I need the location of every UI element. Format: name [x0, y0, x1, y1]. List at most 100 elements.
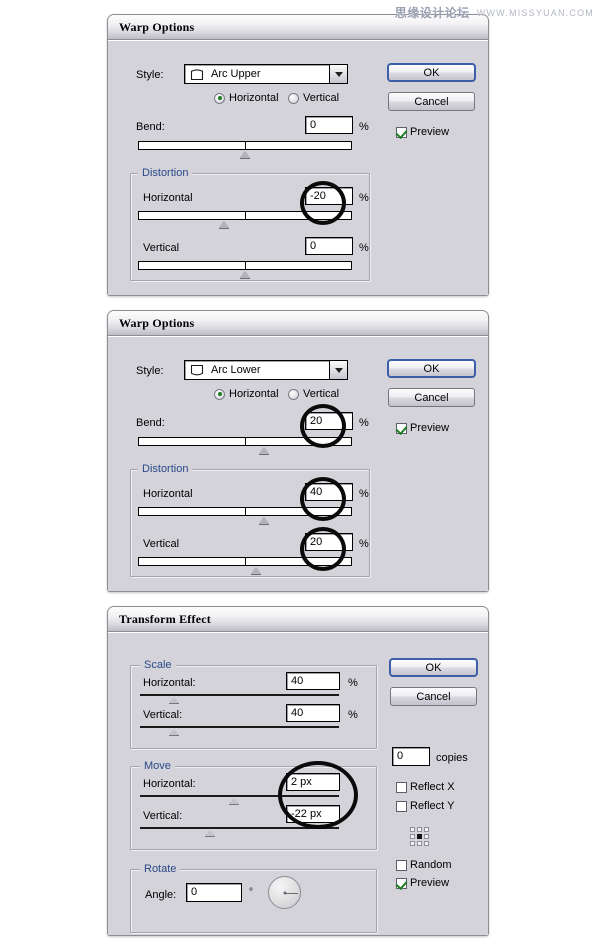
anchor-cell-top-center[interactable] — [417, 827, 422, 832]
bend-label-2: Bend: — [136, 417, 165, 429]
watermark-chinese-text: 思缘设计论坛 — [394, 6, 470, 20]
checkbox-box — [396, 859, 407, 871]
checkbox-box — [396, 422, 407, 434]
reflect-y-checkbox[interactable]: Reflect Y — [396, 800, 454, 812]
cancel-button-2[interactable]: Cancel — [388, 388, 475, 407]
distortion-horizontal-input-1[interactable]: -20 — [305, 187, 353, 205]
distortion-vertical-slider-1[interactable] — [138, 261, 352, 279]
style-dropdown-2[interactable]: Arc Lower — [184, 360, 348, 380]
ok-button-1[interactable]: OK — [387, 63, 476, 82]
distortion-horizontal-slider-2[interactable] — [138, 507, 352, 525]
preview-checkbox-1[interactable]: Preview — [396, 126, 449, 138]
style-dropdown-1[interactable]: Arc Upper — [184, 64, 348, 84]
cancel-button-2-label: Cancel — [414, 391, 449, 404]
bend-slider-1[interactable] — [138, 141, 352, 159]
scale-horizontal-input[interactable]: 40 — [286, 672, 340, 690]
anchor-cell-top-left[interactable] — [410, 827, 415, 832]
bend-percent-2: % — [359, 417, 369, 429]
dialog-1-title: Warp Options — [119, 19, 195, 34]
orientation-vertical-label-2: Vertical — [303, 388, 340, 400]
anchor-cell-top-right[interactable] — [424, 827, 429, 832]
slider-thumb[interactable] — [259, 517, 270, 525]
cancel-button-1-label: Cancel — [414, 95, 449, 108]
dialog-2-title: Warp Options — [119, 315, 195, 330]
distortion-vertical-percent-1: % — [359, 242, 369, 254]
preview-checkbox-2[interactable]: Preview — [396, 422, 449, 434]
orientation-radio-horizontal-1[interactable]: Horizontal — [214, 92, 279, 104]
ok-button-3[interactable]: OK — [389, 658, 478, 677]
cancel-button-1[interactable]: Cancel — [388, 92, 475, 111]
distortion-horizontal-slider-1[interactable] — [138, 211, 352, 229]
anchor-cell-bottom-right[interactable] — [424, 841, 429, 846]
move-vertical-input[interactable]: -22 px — [286, 805, 340, 823]
orientation-radio-horizontal-2[interactable]: Horizontal — [214, 388, 279, 400]
slider-thumb[interactable] — [240, 271, 250, 279]
slider-center-tick — [245, 211, 246, 220]
bend-slider-2[interactable] — [138, 437, 352, 455]
ok-button-2[interactable]: OK — [387, 359, 476, 378]
warp-options-dialog-2: Warp Options Style: Arc Lower Horizontal… — [107, 310, 489, 592]
copies-label: copies — [436, 752, 468, 764]
scale-horizontal-label: Horizontal: — [143, 677, 196, 689]
checkbox-box — [396, 877, 407, 889]
orientation-radio-vertical-2[interactable]: Vertical — [288, 388, 339, 400]
reference-point-selector[interactable] — [410, 827, 429, 846]
slider-thumb[interactable] — [218, 221, 229, 229]
distortion-vertical-label-1: Vertical — [143, 242, 180, 254]
slider-center-tick — [245, 507, 246, 516]
cancel-button-3[interactable]: Cancel — [390, 687, 477, 706]
slider-thumb[interactable] — [259, 447, 270, 455]
distortion-vertical-input-2[interactable]: 20 — [305, 533, 353, 551]
random-label: Random — [410, 859, 452, 871]
move-horizontal-input[interactable]: 2 px — [286, 773, 340, 791]
slider-center-tick — [245, 141, 246, 150]
anchor-cell-bottom-center[interactable] — [417, 841, 422, 846]
style-dropdown-1-arrow[interactable] — [329, 65, 347, 83]
rotate-group-title: Rotate — [140, 863, 181, 875]
slider-thumb[interactable] — [168, 697, 179, 704]
style-dropdown-2-value: Arc Lower — [211, 364, 261, 376]
move-group-title: Move — [140, 760, 175, 772]
preview-checkbox-3[interactable]: Preview — [396, 877, 449, 889]
slider-thumb[interactable] — [204, 830, 215, 837]
anchor-cell-middle-right[interactable] — [424, 834, 429, 839]
scale-vertical-label: Vertical: — [143, 709, 183, 721]
slider-thumb[interactable] — [240, 151, 250, 159]
style-dropdown-2-arrow[interactable] — [329, 361, 347, 379]
distortion-group-title-2: Distortion — [138, 463, 193, 475]
orientation-radio-vertical-1[interactable]: Vertical — [288, 92, 339, 104]
slider-track — [140, 795, 339, 797]
bend-input-2[interactable]: 20 — [305, 412, 353, 430]
angle-input[interactable]: 0 — [186, 883, 242, 902]
anchor-cell-center[interactable] — [417, 834, 422, 839]
orientation-vertical-label-1: Vertical — [303, 92, 340, 104]
move-horizontal-input-value: 2 px — [291, 775, 312, 788]
angle-dial[interactable] — [268, 876, 301, 909]
warp-options-dialog-1: Warp Options Style: Arc Upper Horizontal… — [107, 14, 489, 296]
anchor-cell-middle-left[interactable] — [410, 834, 415, 839]
copies-input[interactable]: 0 — [392, 747, 430, 766]
distortion-vertical-label-2: Vertical — [143, 538, 180, 550]
degree-symbol: ° — [249, 887, 253, 898]
slider-thumb[interactable] — [250, 567, 261, 575]
chevron-down-icon — [334, 71, 343, 77]
ok-button-3-label: OK — [425, 661, 442, 674]
dialog-1-body: Style: Arc Upper Horizontal Vertical Ben… — [108, 40, 488, 295]
scale-horizontal-input-value: 40 — [291, 674, 304, 687]
anchor-cell-bottom-left[interactable] — [410, 841, 415, 846]
distortion-vertical-input-1[interactable]: 0 — [305, 237, 353, 255]
random-checkbox[interactable]: Random — [396, 859, 452, 871]
slider-thumb[interactable] — [228, 798, 239, 805]
distortion-vertical-slider-2[interactable] — [138, 557, 352, 575]
distortion-horizontal-input-2[interactable]: 40 — [305, 483, 353, 501]
move-vertical-slider[interactable] — [140, 827, 339, 839]
bend-input-1[interactable]: 0 — [305, 116, 353, 134]
watermark: 思缘设计论坛 WWW.MISSYUAN.COM — [395, 4, 594, 21]
slider-thumb[interactable] — [168, 729, 179, 736]
scale-vertical-slider[interactable] — [140, 726, 339, 738]
preview-label-1: Preview — [410, 126, 450, 138]
scale-vertical-input[interactable]: 40 — [286, 704, 340, 722]
distortion-group-title-1: Distortion — [138, 167, 193, 179]
cancel-button-3-label: Cancel — [416, 690, 451, 703]
reflect-x-checkbox[interactable]: Reflect X — [396, 781, 455, 793]
